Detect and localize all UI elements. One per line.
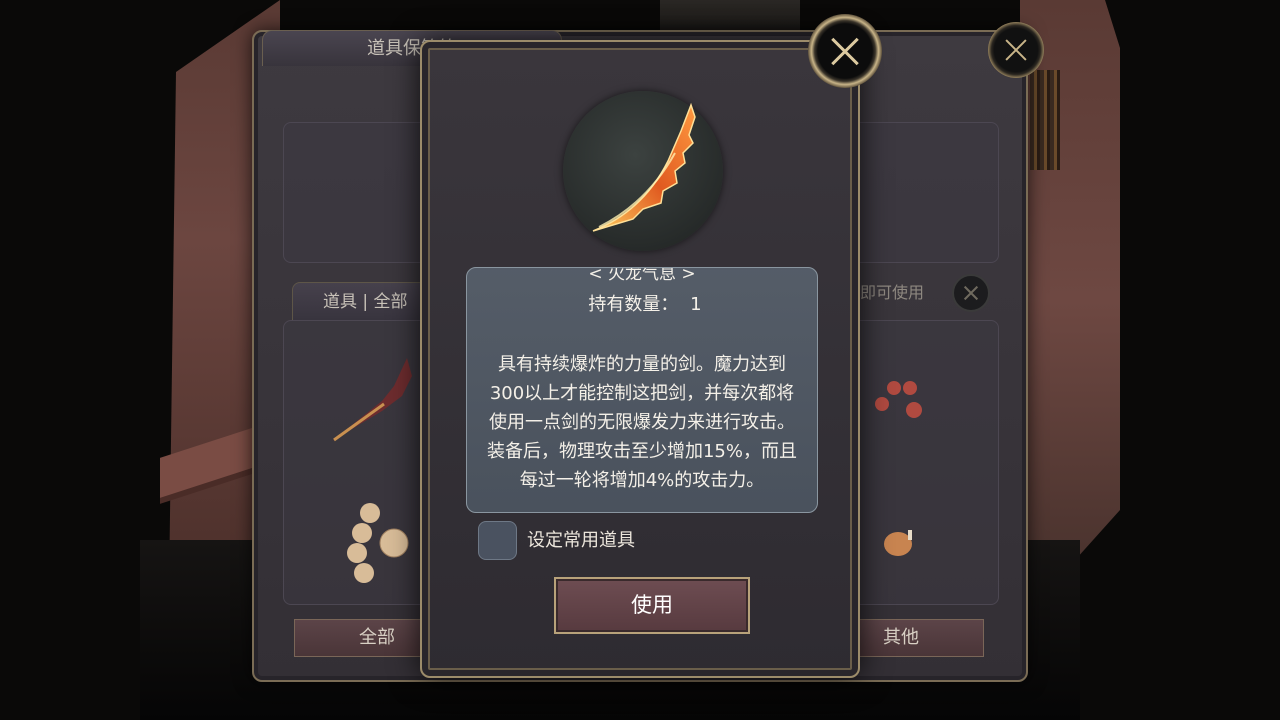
item-name: < 火龙气息 >	[588, 267, 696, 284]
fire-sword-icon	[592, 102, 696, 232]
quantity-row: 持有数量： 1	[467, 293, 817, 317]
favorite-label: 设定常用道具	[527, 530, 635, 551]
meat-item-icon[interactable]	[880, 524, 920, 560]
use-button[interactable]: 使用	[554, 577, 750, 634]
favorite-checkbox[interactable]	[478, 521, 517, 560]
storage-close-icon[interactable]	[988, 22, 1044, 78]
chain-item-icon[interactable]	[872, 376, 932, 424]
item-portrait	[563, 91, 723, 251]
item-filter-tab[interactable]: 道具 | 全部	[292, 282, 430, 320]
sword-item-icon[interactable]	[322, 346, 432, 446]
bead-bracelet-item-icon[interactable]	[342, 498, 422, 588]
bookshelf	[1030, 70, 1060, 170]
item-description: 具有持续爆炸的力量的剑。魔力达到300以上才能控制这把剑，并每次都将使用一点剑的…	[486, 354, 797, 491]
dialog-close-icon[interactable]	[808, 14, 882, 88]
item-description-box: < 火龙气息 > 持有数量： 1 具有持续爆炸的力量的剑。魔力达到300以上才能…	[466, 267, 818, 513]
hint-close-icon[interactable]	[952, 274, 990, 312]
quantity-label: 持有数量：	[588, 294, 679, 315]
quantity-value: 1	[690, 294, 702, 315]
